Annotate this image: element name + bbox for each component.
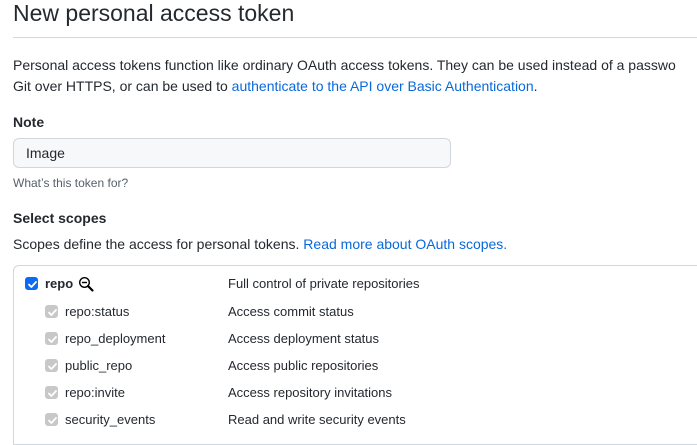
scope-checkbox-repo-invite[interactable]: [45, 386, 58, 399]
intro-line-2-prefix: Git over HTTPS, or can be used to: [13, 78, 232, 94]
scope-row-repo-status: repo:status Access commit status: [14, 302, 697, 322]
scope-checkbox-repo-deployment[interactable]: [45, 332, 58, 345]
scopes-description-text: Scopes define the access for personal to…: [13, 236, 300, 252]
scope-desc-security-events: Read and write security events: [228, 412, 406, 427]
check-icon: [48, 336, 57, 343]
select-scopes-label: Select scopes: [13, 210, 107, 226]
zoom-out-cursor-icon: [78, 276, 94, 292]
oauth-scopes-link[interactable]: Read more about OAuth scopes.: [303, 236, 507, 252]
scopes-table: repo Full control of private repositorie…: [13, 265, 697, 445]
check-icon: [48, 390, 57, 397]
scope-name-repo-deployment: repo_deployment: [65, 331, 166, 346]
scope-row-public-repo: public_repo Access public repositories: [14, 356, 697, 376]
intro-line-2-suffix: .: [533, 78, 538, 94]
check-icon: [28, 281, 37, 288]
scope-row-repo-invite: repo:invite Access repository invitation…: [14, 383, 697, 403]
intro-paragraph: Personal access tokens function like ord…: [13, 55, 697, 97]
scope-row-security-events: security_events Read and write security …: [14, 410, 697, 430]
title-divider: [13, 37, 697, 38]
intro-line-2: Git over HTTPS, or can be used to authen…: [13, 76, 697, 97]
scope-row-repo-deployment: repo_deployment Access deployment status: [14, 329, 697, 349]
scope-desc-public-repo: Access public repositories: [228, 358, 379, 373]
scope-name-repo: repo: [45, 276, 74, 291]
scope-desc-repo: Full control of private repositories: [228, 276, 420, 291]
scope-checkbox-repo[interactable]: [25, 277, 38, 290]
scope-desc-repo-status: Access commit status: [228, 304, 354, 319]
note-input[interactable]: [13, 138, 451, 168]
scope-checkbox-public-repo[interactable]: [45, 359, 58, 372]
intro-line-1: Personal access tokens function like ord…: [13, 57, 676, 73]
scope-checkbox-repo-status[interactable]: [45, 305, 58, 318]
check-icon: [48, 417, 57, 424]
scope-name-public-repo: public_repo: [65, 358, 133, 373]
page-title: New personal access token: [13, 0, 295, 26]
scope-name-repo-invite: repo:invite: [65, 385, 125, 400]
note-hint: What’s this token for?: [13, 176, 129, 190]
scope-row-repo: repo Full control of private repositorie…: [14, 274, 697, 294]
scope-checkbox-security-events[interactable]: [45, 413, 58, 426]
check-icon: [48, 363, 57, 370]
scope-desc-repo-invite: Access repository invitations: [228, 385, 393, 400]
note-label: Note: [13, 114, 45, 130]
check-icon: [48, 309, 57, 316]
basic-auth-link[interactable]: authenticate to the API over Basic Authe…: [232, 78, 534, 94]
scope-name-repo-status: repo:status: [65, 304, 130, 319]
scope-desc-repo-deployment: Access deployment status: [228, 331, 380, 346]
scope-name-security-events: security_events: [65, 412, 156, 427]
scopes-description: Scopes define the access for personal to…: [13, 234, 507, 254]
